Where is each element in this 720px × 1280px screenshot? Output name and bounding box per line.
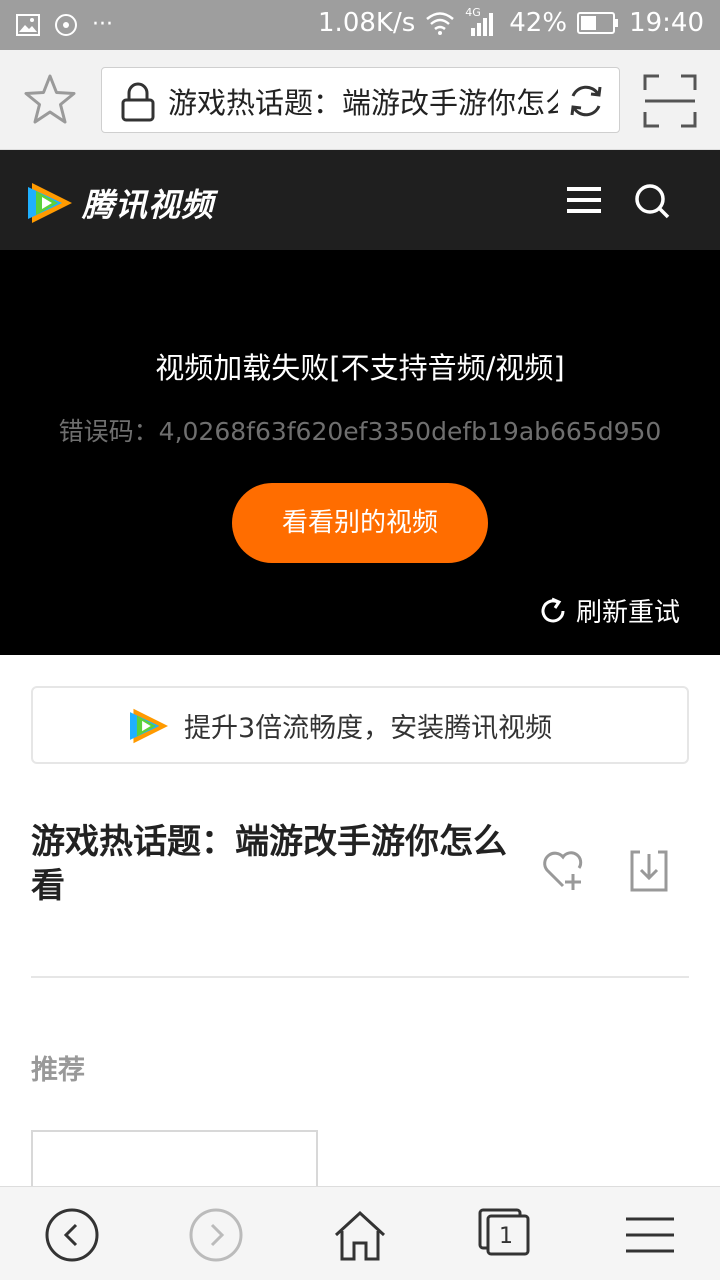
signal-icon: 4G	[465, 6, 499, 36]
battery-percent: 42%	[509, 8, 568, 38]
home-icon[interactable]	[332, 1207, 388, 1263]
video-title: 游戏热话题：端游改手游你怎么看	[31, 822, 507, 906]
refresh-icon	[541, 597, 565, 622]
site-header: 腾讯视频	[0, 150, 720, 250]
video-player[interactable]: 视频加载失败[不支持音频/视频] 错误码：4,0268f63f620ef3350…	[0, 250, 720, 655]
address-bar[interactable]: 游戏热话题：端游改手游你怎么看	[101, 67, 620, 133]
tencent-video-logo-icon	[28, 183, 72, 223]
bookmark-star-icon[interactable]	[22, 72, 78, 128]
scan-icon[interactable]	[643, 74, 697, 128]
lock-icon	[121, 82, 155, 122]
logo-text: 腾讯视频	[82, 186, 215, 224]
back-icon[interactable]	[44, 1207, 100, 1263]
recommend-heading: 推荐	[31, 1055, 85, 1086]
search-icon[interactable]	[633, 182, 671, 220]
install-banner-text: 提升3倍流畅度，安装腾讯视频	[184, 713, 553, 744]
divider	[31, 976, 689, 978]
refresh-retry-button[interactable]: 刷新重试	[538, 592, 680, 629]
overflow-indicator: ···	[92, 12, 113, 37]
favorite-add-icon[interactable]	[541, 848, 587, 892]
menu-lines-icon[interactable]	[622, 1207, 678, 1263]
watch-other-videos-button[interactable]: 看看别的视频	[232, 483, 488, 563]
music-disc-icon	[55, 13, 77, 36]
clock: 19:40	[629, 8, 704, 38]
browser-toolbar: 游戏热话题：端游改手游你怎么看	[0, 50, 720, 150]
forward-icon[interactable]	[188, 1207, 244, 1263]
refresh-label: 刷新重试	[575, 598, 680, 628]
status-bar: ··· 1.08K/s 4G 42% 19:40	[0, 0, 720, 50]
error-message: 视频加载失败[不支持音频/视频]	[155, 351, 565, 385]
tencent-video-logo-icon	[130, 708, 168, 743]
download-icon[interactable]	[630, 850, 668, 892]
install-app-banner[interactable]: 提升3倍流畅度，安装腾讯视频	[31, 686, 689, 764]
menu-icon[interactable]	[565, 184, 603, 216]
error-code: 错误码：4,0268f63f620ef3350defb19ab665d950	[58, 417, 662, 446]
network-speed: 1.08K/s	[318, 8, 416, 38]
battery-icon	[577, 12, 619, 34]
wifi-icon	[426, 12, 455, 35]
url-text[interactable]: 游戏热话题：端游改手游你怎么看	[168, 80, 558, 122]
tab-count[interactable]: 1	[488, 1224, 524, 1252]
browser-bottom-bar	[0, 1186, 720, 1280]
reload-icon[interactable]	[567, 82, 605, 120]
gallery-icon	[16, 13, 40, 36]
site-logo[interactable]: 腾讯视频	[26, 180, 214, 226]
